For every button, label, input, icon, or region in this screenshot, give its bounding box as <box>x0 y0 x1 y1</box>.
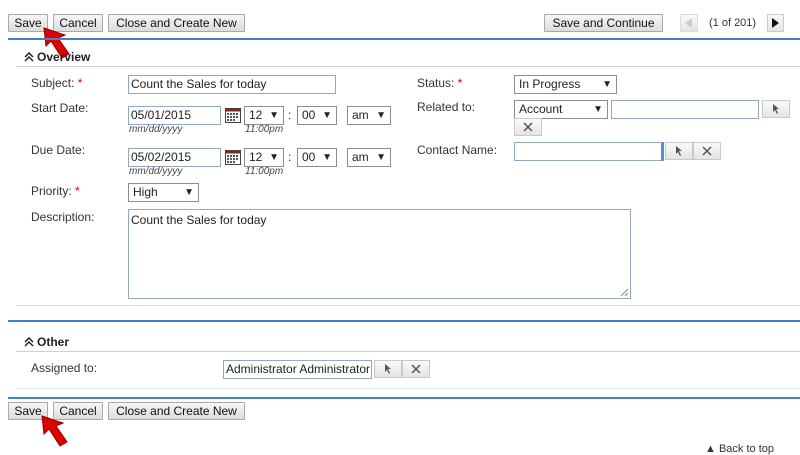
calendar-icon[interactable] <box>225 149 241 168</box>
header-accent-line <box>8 38 800 40</box>
record-counter: (1 of 201) <box>709 17 757 29</box>
start-minute-select[interactable]: 00 ▼ <box>297 106 337 125</box>
close-create-new-button-bottom[interactable]: Close and Create New <box>108 402 245 420</box>
start-hour-select[interactable]: 12 ▼ <box>244 106 284 125</box>
contact-name-input[interactable] <box>514 142 664 161</box>
next-record-icon[interactable] <box>767 14 784 32</box>
due-hour-select[interactable]: 12 ▼ <box>244 148 284 167</box>
save-continue-button[interactable]: Save and Continue <box>544 14 663 32</box>
due-date-label: Due Date: <box>31 143 86 157</box>
footer-accent-line <box>8 397 800 399</box>
related-to-type-select[interactable]: Account ▼ <box>514 100 608 119</box>
up-arrow-icon: ▲ <box>705 443 716 455</box>
other-end-divider <box>16 388 800 389</box>
assigned-clear-x-icon[interactable] <box>402 360 430 378</box>
prev-record-icon[interactable] <box>680 14 698 32</box>
status-label: Status: * <box>417 76 463 90</box>
status-select[interactable]: In Progress ▼ <box>514 75 617 94</box>
related-to-clear-x-icon[interactable] <box>514 118 542 136</box>
contact-name-label: Contact Name: <box>417 143 498 157</box>
collapse-chevron-icon[interactable] <box>24 51 34 65</box>
subject-input[interactable]: Count the Sales for today <box>128 75 336 94</box>
due-date-format-hint: mm/dd/yyyy <box>129 166 183 177</box>
related-to-label: Related to: <box>417 100 476 114</box>
contact-select-pointer-icon[interactable] <box>665 142 693 160</box>
time-separator: : <box>288 108 292 122</box>
priority-label: Priority: * <box>31 184 80 198</box>
contact-clear-x-icon[interactable] <box>693 142 721 160</box>
assigned-to-input[interactable]: Administrator Administrator <box>223 360 372 379</box>
overview-end-divider <box>16 305 800 306</box>
overview-section-title: Overview <box>37 50 91 64</box>
assigned-to-label: Assigned to: <box>31 361 98 375</box>
related-to-select-pointer-icon[interactable] <box>762 100 790 118</box>
calendar-icon[interactable] <box>225 107 241 126</box>
time-separator: : <box>288 150 292 164</box>
subject-label: Subject: * <box>31 76 83 90</box>
other-divider <box>16 351 800 352</box>
due-minute-select[interactable]: 00 ▼ <box>297 148 337 167</box>
due-time-display: 11:00pm <box>245 166 284 177</box>
overview-divider <box>16 66 800 67</box>
start-time-display: 11:00pm <box>245 124 284 135</box>
back-to-top-link[interactable]: ▲ Back to top <box>705 443 774 455</box>
section-accent-line <box>8 320 800 322</box>
close-create-new-button-top[interactable]: Close and Create New <box>108 14 245 32</box>
other-section-title: Other <box>37 335 70 349</box>
start-ampm-select[interactable]: am ▼ <box>347 106 391 125</box>
start-date-label: Start Date: <box>31 101 89 115</box>
description-textarea[interactable]: Count the Sales for today <box>128 209 631 299</box>
pointer-arrow-icon <box>41 415 68 447</box>
collapse-chevron-icon[interactable] <box>24 336 34 350</box>
related-to-input[interactable] <box>611 100 759 119</box>
due-date-input[interactable]: 05/02/2015 <box>128 148 221 167</box>
assigned-select-pointer-icon[interactable] <box>374 360 402 378</box>
description-label: Description: <box>31 210 95 224</box>
start-date-format-hint: mm/dd/yyyy <box>129 124 183 135</box>
due-ampm-select[interactable]: am ▼ <box>347 148 391 167</box>
priority-select[interactable]: High ▼ <box>128 183 199 202</box>
resize-handle-icon[interactable] <box>620 288 629 297</box>
start-date-input[interactable]: 05/01/2015 <box>128 106 221 125</box>
